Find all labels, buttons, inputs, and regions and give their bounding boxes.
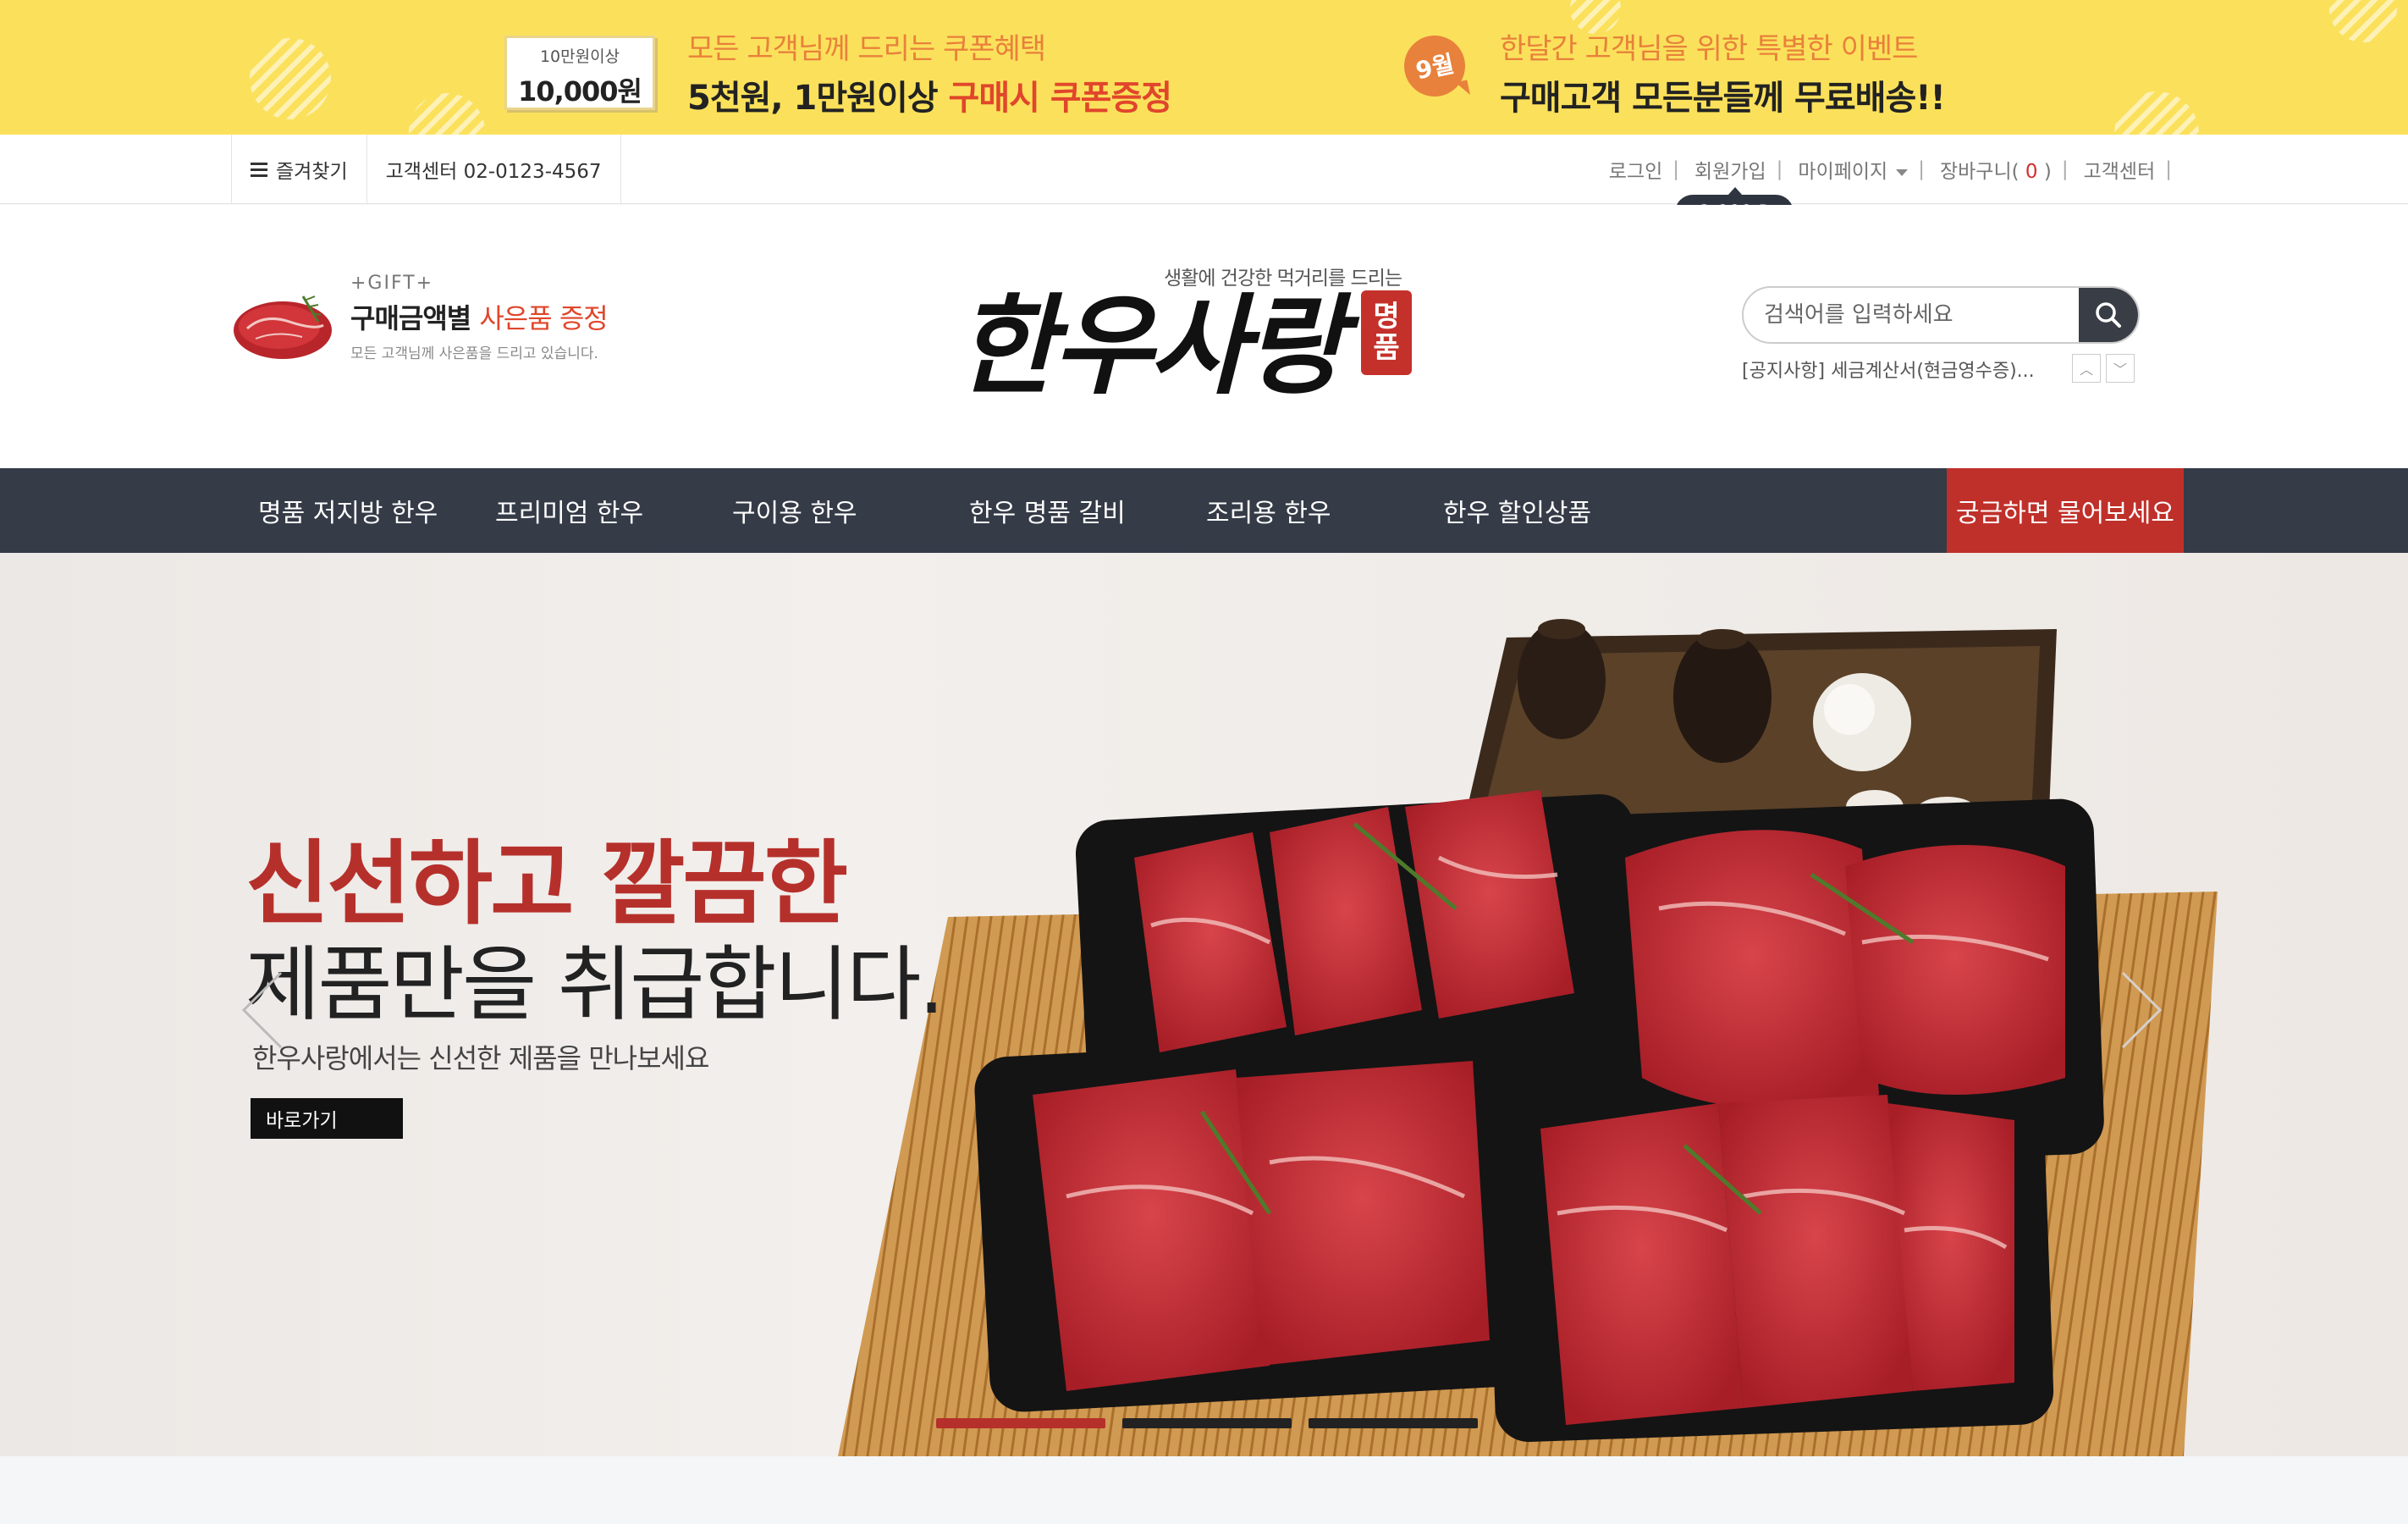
search-button[interactable] (2079, 288, 2138, 342)
divider: | (1672, 158, 1680, 180)
chevron-down-icon (1896, 168, 1909, 176)
mypage-label: 마이페이지 (1798, 161, 1888, 183)
cart-label: 장바구니 (1939, 161, 2012, 183)
coupon-promo-main: 5천원, 1만원이상 (687, 79, 949, 118)
divider: | (2165, 158, 2172, 180)
divider: | (1918, 158, 1925, 180)
month-badge: 9월 (1398, 30, 1471, 102)
logo-seal-char: 품 (1373, 331, 1400, 365)
gift-meat-image[interactable] (230, 288, 340, 364)
menu-icon (251, 162, 267, 177)
nav-item-discount[interactable]: 한우 할인상품 (1443, 468, 1591, 553)
notice-ticker[interactable]: [공지사항] 세금계산서(현금영수증)... (1742, 356, 2035, 383)
bookmark-button[interactable]: 즐겨찾기 (232, 135, 367, 204)
decor-circle (409, 93, 485, 135)
gift-title-main: 구매금액별 (350, 302, 480, 334)
decor-circle (2329, 0, 2397, 42)
divider: | (2061, 158, 2069, 180)
decor-circle (250, 38, 331, 119)
promo-banner[interactable]: 10만원이상 10,000원 모든 고객님께 드리는 쿠폰혜택 5천원, 1만원… (0, 0, 2408, 135)
coupon-promo-highlight: 구매시 쿠폰증정 (948, 79, 1173, 118)
coupon-promo-line1: 모든 고객님께 드리는 쿠폰혜택 (687, 32, 1046, 66)
hero-headline: 신선하고 깔끔한 (245, 831, 848, 937)
divider: | (1776, 158, 1783, 180)
cart-link[interactable]: 장바구니( 0 ) (1937, 155, 2055, 184)
bookmark-label: 즐겨찾기 (276, 161, 348, 183)
coupon-condition: 10만원이상 (539, 47, 620, 66)
gift-title: 구매금액별 사은품 증정 (350, 297, 609, 336)
utility-links: 로그인 | 회원가입 | 마이페이지 | 장바구니( 0 ) | 고객센터 | (1606, 135, 2184, 204)
search-input[interactable] (1764, 288, 2069, 342)
slide-indicator[interactable] (1122, 1418, 1292, 1428)
logo-wordmark: 한우사랑 (956, 283, 1345, 410)
gift-tag: +GIFT+ (350, 273, 434, 294)
chevron-left-icon[interactable] (237, 968, 288, 1052)
gift-promo[interactable]: +GIFT+ 구매금액별 사은품 증정 모든 고객님께 사은품을 드리고 있습니… (350, 273, 609, 362)
nav-item-cooking[interactable]: 조리용 한우 (1206, 468, 1331, 553)
event-promo-line2: 구매고객 모든분들께 무료배송!! (1500, 79, 1946, 118)
slide-indicators (936, 1418, 1478, 1428)
notice-controls: ︿ ﹀ (2072, 354, 2135, 383)
chevron-right-icon[interactable] (2116, 968, 2167, 1052)
hero-subheadline: 제품만을 취급합니다. (245, 937, 945, 1032)
coupon-promo-text: 모든 고객님께 드리는 쿠폰혜택 5천원, 1만원이상 구매시 쿠폰증정 (687, 25, 1173, 119)
hero-slider: 신선하고 깔끔한 제품만을 취급합니다. 한우사랑에서는 신선한 제품을 만나보… (0, 553, 2408, 1456)
coupon-amount: 10,000원 (518, 75, 642, 108)
mypage-link[interactable]: 마이페이지 (1794, 155, 1911, 184)
utility-left: 즐겨찾기 고객센터 02-0123-4567 (231, 135, 621, 204)
slide-indicator[interactable] (936, 1418, 1105, 1428)
cart-count: 0 (2025, 161, 2038, 183)
notice-down-button[interactable]: ﹀ (2106, 354, 2135, 383)
hero-description: 한우사랑에서는 신선한 제품을 만나보세요 (252, 1042, 709, 1074)
coupon-promo-line2: 5천원, 1만원이상 구매시 쿠폰증정 (687, 70, 1173, 119)
event-promo-text: 한달간 고객님을 위한 특별한 이벤트 구매고객 모든분들께 무료배송!! (1500, 25, 1946, 119)
search-box (1742, 286, 2140, 344)
site-logo[interactable]: 생활에 건강한 먹거리를 드리는 한우사랑 명 품 (956, 258, 1430, 400)
cart-paren: ( (2011, 161, 2020, 183)
cart-paren: ) (2043, 161, 2052, 183)
gift-subtitle: 모든 고객님께 사은품을 드리고 있습니다. (350, 345, 598, 362)
search-icon (2096, 302, 2121, 328)
nav-item-ribs[interactable]: 한우 명품 갈비 (969, 468, 1126, 553)
slide-indicator[interactable] (1309, 1418, 1478, 1428)
customer-phone: 고객센터 02-0123-4567 (367, 135, 621, 204)
logo-seal: 명 품 (1361, 290, 1412, 375)
event-promo-line1: 한달간 고객님을 위한 특별한 이벤트 (1500, 32, 1918, 66)
join-link[interactable]: 회원가입 (1691, 155, 1770, 184)
coupon-ticket: 10만원이상 10,000원 (504, 36, 655, 110)
utility-bar: 즐겨찾기 고객센터 02-0123-4567 로그인 | 회원가입 | 마이페이지 |… (0, 135, 2408, 204)
nav-item-premium[interactable]: 프리미엄 한우 (495, 468, 643, 553)
login-link[interactable]: 로그인 (1606, 155, 1666, 184)
ask-button[interactable]: 궁금하면 물어보세요 (1947, 468, 2184, 553)
customer-center-link[interactable]: 고객센터 (2080, 155, 2159, 184)
decor-circle (2114, 91, 2199, 135)
logo-seal-char: 명 (1373, 299, 1400, 334)
main-nav: 명품 저지방 한우 프리미엄 한우 구이용 한우 한우 명품 갈비 조리용 한우… (0, 468, 2408, 553)
nav-item-grill[interactable]: 구이용 한우 (732, 468, 857, 553)
nav-item-low-fat[interactable]: 명품 저지방 한우 (258, 468, 438, 553)
notice-up-button[interactable]: ︿ (2072, 354, 2101, 383)
hero-cta-button[interactable]: 바로가기 (251, 1098, 403, 1139)
gift-title-highlight: 사은품 증정 (479, 302, 608, 334)
